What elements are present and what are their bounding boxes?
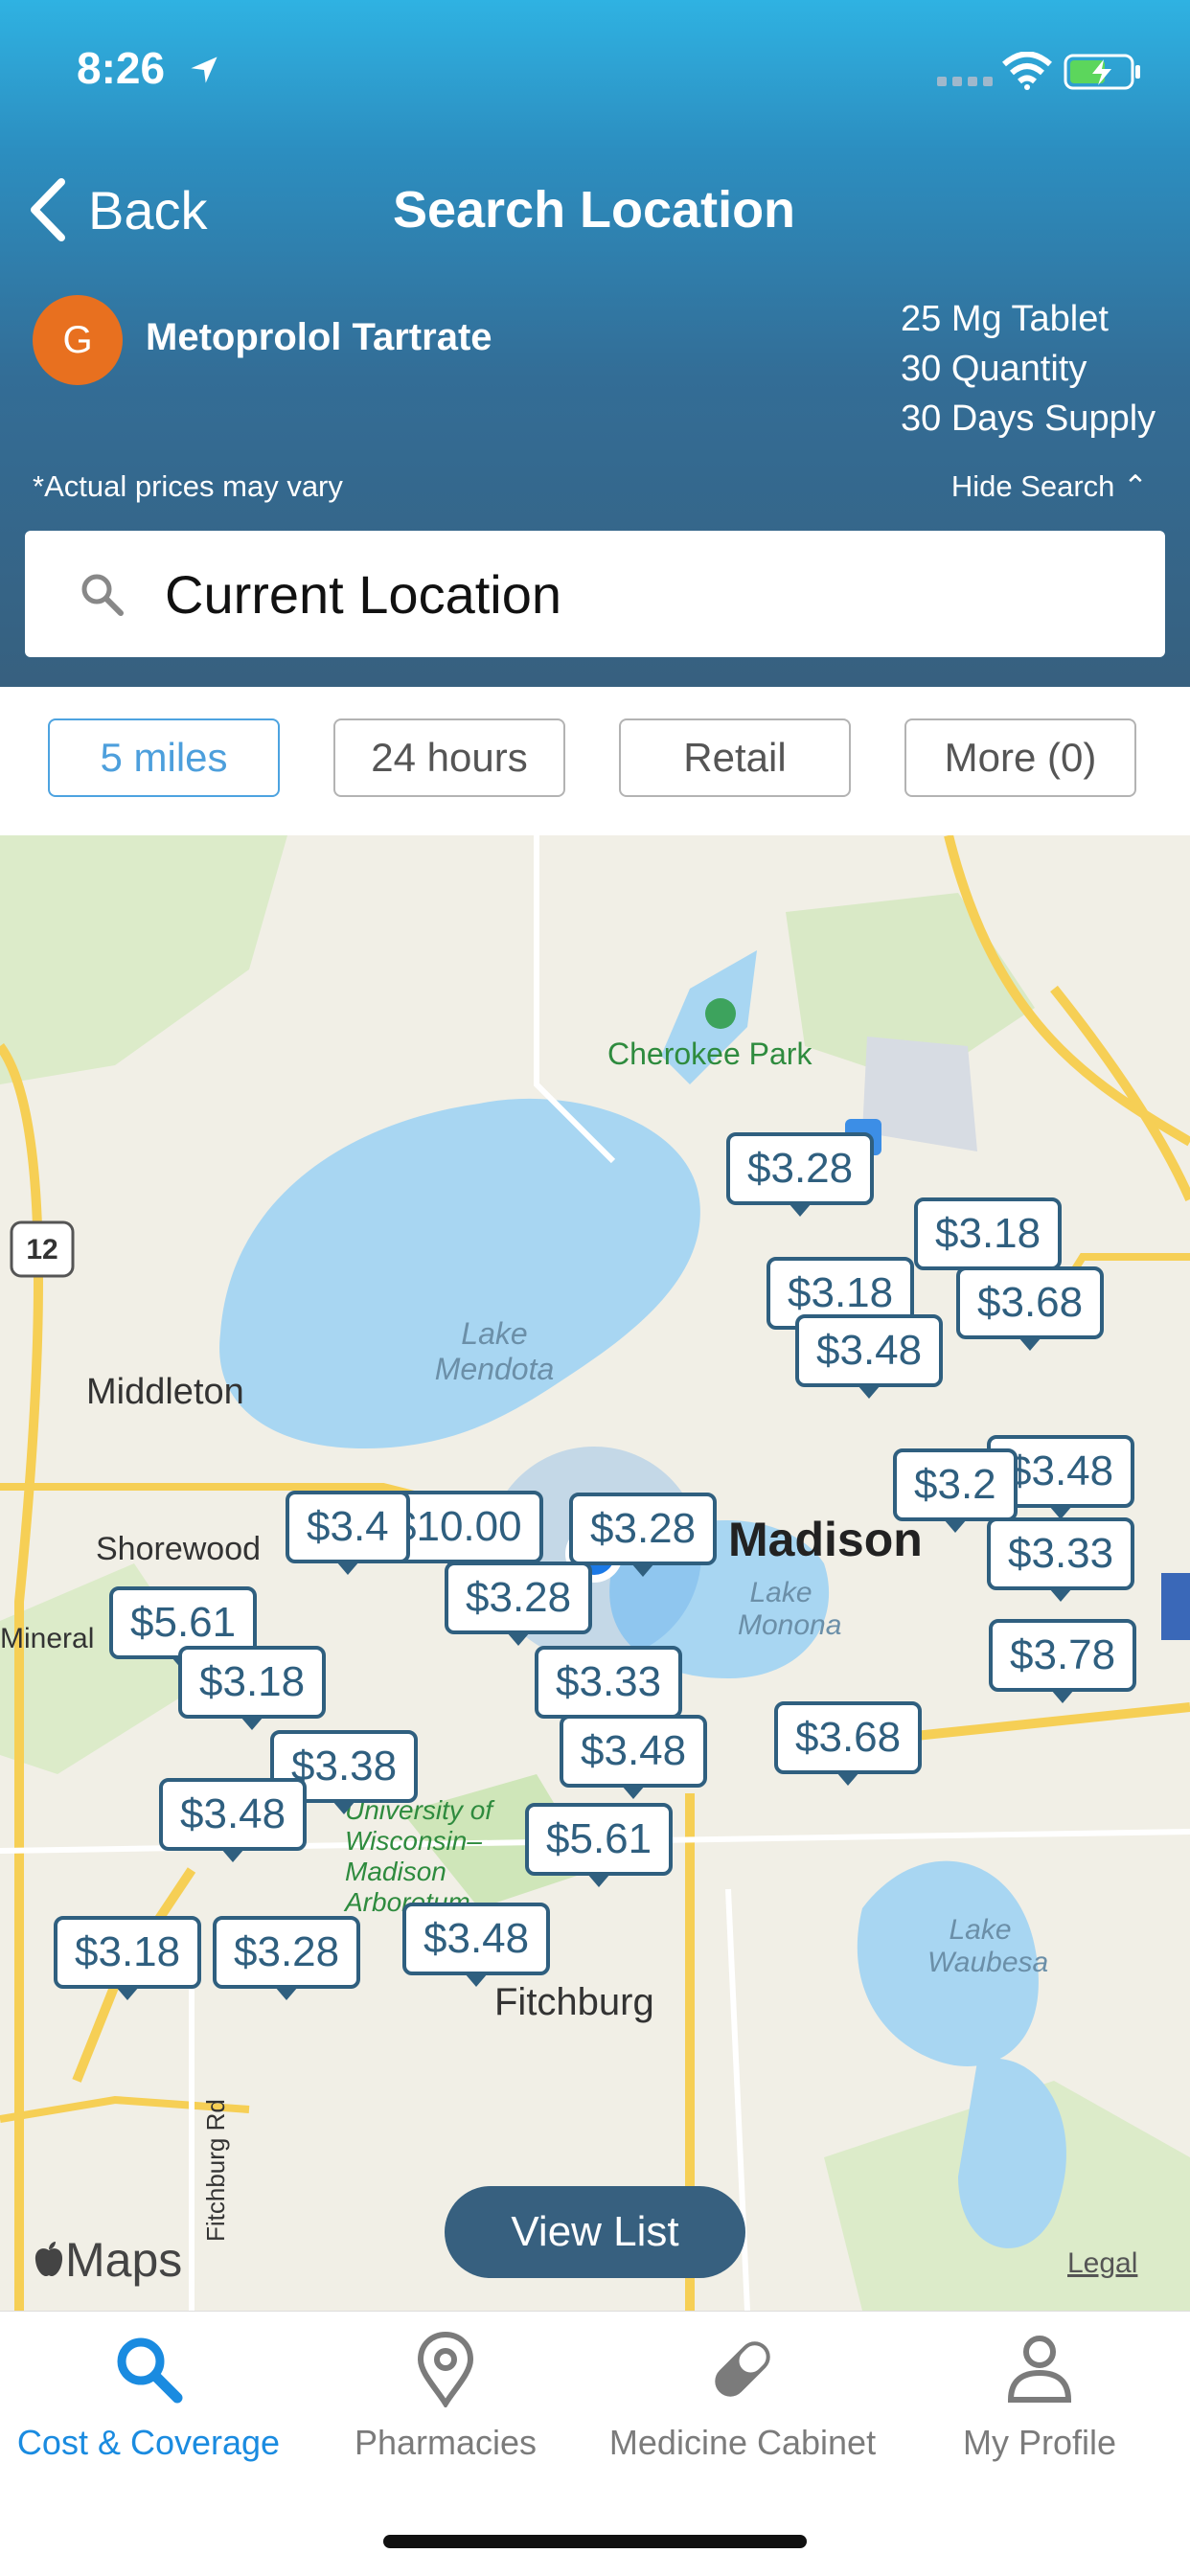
drug-strength: 25 Mg Tablet [901, 299, 1109, 339]
battery-icon [1064, 54, 1140, 90]
map-label-madison: Madison [728, 1513, 923, 1566]
search-value: Current Location [165, 563, 562, 625]
price-pin[interactable]: $3.28 [445, 1562, 593, 1646]
price-pin[interactable]: $3.48 [402, 1903, 551, 1987]
apple-icon [34, 2242, 63, 2277]
pill-icon [715, 2341, 770, 2397]
hide-search-button[interactable]: Hide Search ⌃ [951, 469, 1148, 504]
chevron-left-icon [31, 178, 65, 241]
map-label-middleton: Middleton [86, 1372, 244, 1412]
map-label-lake-mendota: Lake Mendota [434, 1316, 555, 1386]
map-label-lake-monona: Lake Monona [738, 1577, 842, 1641]
drug-supply: 30 Days Supply [901, 399, 1156, 439]
price-pin[interactable]: $3.33 [535, 1646, 683, 1730]
tab-my-profile[interactable]: My Profile [891, 2331, 1188, 2463]
map-label-fitchburg: Fitchburg [494, 1981, 654, 2023]
tab-label: My Profile [962, 2423, 1117, 2462]
tab-label: Pharmacies [354, 2423, 538, 2462]
tab-pharmacies[interactable]: Pharmacies [297, 2331, 594, 2463]
price-pin[interactable]: $3.33 [987, 1517, 1135, 1602]
person-icon [1007, 2336, 1072, 2403]
tab-label: Medicine Cabinet [608, 2423, 877, 2462]
price-pin[interactable]: $3.28 [726, 1132, 875, 1217]
tab-medicine-cabinet[interactable]: Medicine Cabinet [594, 2331, 891, 2463]
price-pin[interactable]: $3.78 [989, 1619, 1137, 1703]
search-icon [117, 2337, 183, 2404]
price-pin[interactable]: $3.18 [178, 1646, 327, 1730]
price-disclaimer: *Actual prices may vary [33, 469, 343, 503]
map-label-lake-waubesa: Lake Waubesa [927, 1914, 1049, 1978]
filter-distance[interactable]: 5 miles [48, 718, 280, 797]
wifi-icon [1002, 52, 1052, 90]
map-label-fitchburg-rd: Fitchburg Rd [201, 2099, 230, 2242]
map-label-mineral: Mineral [0, 1623, 95, 1654]
back-label: Back [88, 179, 208, 240]
page-title: Search Location [392, 181, 796, 239]
header: 8:26 Back Search Location G Metoprolol T… [0, 0, 1190, 687]
back-button[interactable]: Back [27, 176, 208, 243]
price-pin[interactable]: $3.48 [159, 1778, 308, 1862]
price-pin[interactable]: $3.48 [560, 1715, 708, 1799]
signal-icon [937, 77, 993, 86]
price-pin[interactable]: $3.68 [956, 1266, 1105, 1351]
map-view[interactable]: 12 Cherokee Park Lake Mendota Middleton … [0, 835, 1190, 2311]
drug-name: Metoprolol Tartrate [146, 316, 492, 358]
tab-label: Cost & Coverage [16, 2423, 281, 2462]
map-label-shorewood: Shorewood [96, 1531, 262, 1567]
maps-logo-text: Maps [65, 2233, 183, 2287]
filter-retail[interactable]: Retail [619, 718, 851, 797]
price-pin[interactable]: $3.18 [914, 1197, 1063, 1282]
price-pin[interactable]: $3.2 [893, 1448, 1018, 1533]
price-pin[interactable]: $5.61 [525, 1803, 674, 1887]
drug-quantity: 30 Quantity [901, 349, 1087, 389]
drug-avatar: G [33, 295, 123, 385]
filter-more[interactable]: More (0) [904, 718, 1136, 797]
map-label-cherokee-park: Cherokee Park [607, 1037, 812, 1071]
view-list-button[interactable]: View List [445, 2186, 745, 2278]
location-search-input[interactable]: Current Location [25, 531, 1165, 657]
price-pin[interactable]: $3.18 [54, 1916, 202, 2000]
price-pin[interactable]: $3.48 [795, 1314, 944, 1399]
map-legal-link[interactable]: Legal [1067, 2247, 1137, 2280]
map-label-arboretum: University of Wisconsin–Madison Arboretu… [345, 1795, 493, 1917]
location-pin-icon [417, 2331, 474, 2407]
search-icon [81, 574, 124, 616]
price-pin[interactable]: $3.28 [569, 1493, 718, 1577]
home-indicator [383, 2535, 807, 2548]
price-pin[interactable]: $3.68 [774, 1701, 923, 1786]
price-pin[interactable]: $3.4 [286, 1491, 410, 1575]
apple-maps-logo: Maps [33, 2232, 182, 2288]
location-arrow-icon [191, 57, 217, 83]
filter-24-hours[interactable]: 24 hours [333, 718, 565, 797]
highway-12-label: 12 [26, 1234, 57, 1265]
status-time: 8:26 [77, 43, 166, 93]
price-pin[interactable]: $3.28 [213, 1916, 361, 2000]
tab-cost-coverage[interactable]: Cost & Coverage [0, 2331, 297, 2463]
